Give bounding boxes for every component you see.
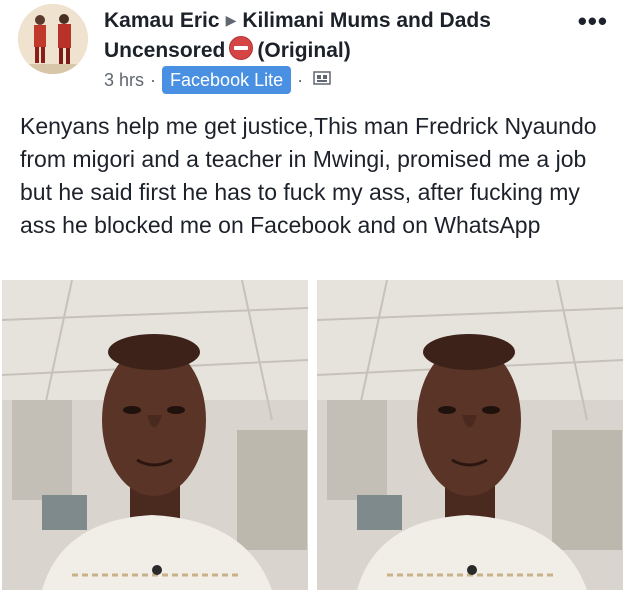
no-entry-icon [229,36,254,60]
group-name-suffix[interactable]: (Original) [257,39,350,62]
meta-separator: · [297,69,304,90]
facebook-post: Kamau Eric ▶ Kilimani Mums and Dads Uncens… [0,0,628,590]
more-options-icon[interactable]: ••• [578,6,608,37]
meta-separator: · [150,69,157,90]
post-body-text: Kenyans help me get justice,This man Fre… [20,113,597,238]
post-photo-1[interactable] [2,280,308,590]
group-name-continued[interactable]: Uncensored [104,39,225,62]
group-name[interactable]: Kilimani Mums and Dads [242,9,491,32]
app-badge[interactable]: Facebook Lite [162,66,292,94]
author-avatar[interactable] [18,4,88,74]
post-photo-2[interactable] [317,280,623,590]
post-header: Kamau Eric ▶ Kilimani Mums and Dads Uncens… [104,5,558,66]
triangle-right-icon: ▶ [225,12,237,28]
author-name[interactable]: Kamau Eric [104,9,220,32]
post-time[interactable]: 3 hrs [104,70,144,91]
album-icon [313,70,331,91]
post-meta: 3 hrs · Facebook Lite · [104,66,331,94]
